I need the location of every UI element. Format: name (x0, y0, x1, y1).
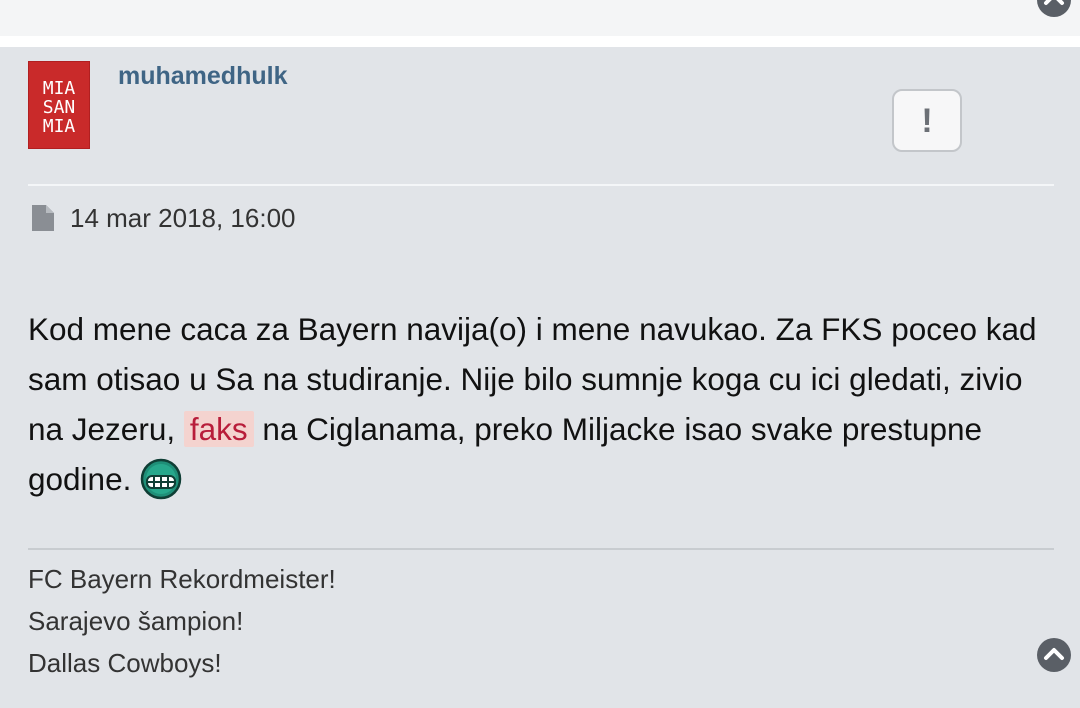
previous-post-bottom (0, 0, 1080, 36)
avatar-line-1: MIA (43, 78, 76, 99)
forum-post: MIA SAN MIA muhamedhulk ! 14 mar 2018, 1… (0, 47, 1080, 708)
signature-line: Dallas Cowboys! (28, 648, 222, 678)
signature-line: Sarajevo šampion! (28, 606, 244, 636)
avatar-line-3: MIA (43, 116, 76, 137)
back-to-top-icon[interactable] (1036, 0, 1072, 18)
file-icon (32, 205, 54, 231)
signature-line: FC Bayern Rekordmeister! (28, 564, 336, 594)
avatar[interactable]: MIA SAN MIA (28, 61, 90, 149)
post-date[interactable]: 14 mar 2018, 16:00 (30, 200, 296, 236)
signature-divider (28, 548, 1054, 550)
report-button[interactable]: ! (892, 89, 962, 152)
back-to-top-icon[interactable] (1036, 637, 1072, 673)
report-icon: ! (921, 101, 933, 140)
post-author[interactable]: muhamedhulk (118, 62, 287, 91)
highlighted-word: faks (183, 411, 254, 447)
grin-smiley-icon (140, 458, 182, 500)
divider (28, 184, 1054, 186)
signature: FC Bayern Rekordmeister! Sarajevo šampio… (28, 558, 336, 684)
avatar-line-2: SAN (43, 97, 76, 118)
post-content: Kod mene caca za Bayern navija(o) i mene… (28, 304, 1058, 504)
post-date-text: 14 mar 2018, 16:00 (70, 202, 296, 233)
